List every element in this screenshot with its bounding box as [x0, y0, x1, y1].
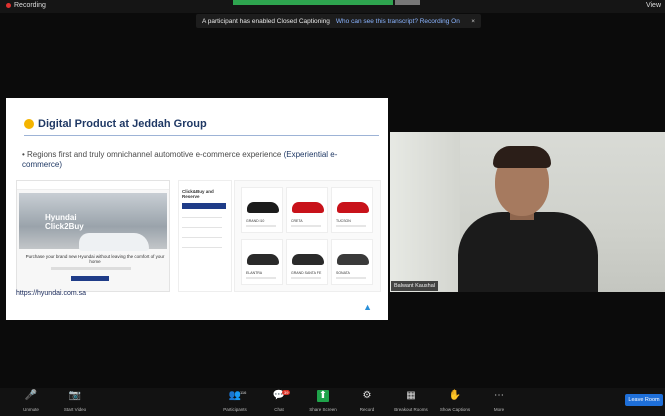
view-button[interactable]: View [646, 2, 661, 9]
car-icon [337, 202, 369, 213]
start-video-button[interactable]: 📷 Start Video [52, 390, 98, 412]
car-label: ELANTRA [246, 271, 263, 275]
car-icon [337, 254, 369, 265]
car-detail-line [336, 225, 366, 227]
chat-button[interactable]: 💬 Chat 39 [256, 390, 302, 412]
breakout-rooms-icon: ▦ [406, 390, 416, 401]
car-detail-line [246, 277, 276, 279]
slide-title: Digital Product at Jeddah Group [24, 118, 207, 130]
participants-count: 116 [240, 390, 247, 395]
title-divider [24, 135, 379, 136]
menu-line [182, 217, 222, 218]
site-cta-button [71, 276, 109, 281]
car-icon [292, 254, 324, 265]
leave-room-button[interactable]: Leave Room [625, 394, 663, 406]
leave-label: Leave Room [628, 397, 660, 403]
slide-title-text: Digital Product at Jeddah Group [38, 118, 207, 130]
recording-indicator[interactable]: Recording [6, 2, 46, 9]
car-detail-line [291, 277, 321, 279]
menu-active-bar [182, 203, 226, 209]
share-screen-button[interactable]: ⬆ Share Screen [300, 390, 346, 412]
car-label: GRAND SANTA FE [291, 271, 322, 275]
record-icon: ⚙ [362, 390, 372, 401]
car-icon [247, 254, 279, 265]
car-label: GRAND i10 [246, 219, 265, 223]
slide-bullet: • Regions first and truly omnichannel au… [22, 150, 338, 169]
menu-title: Click&Buy and Reserve [182, 189, 214, 199]
site-input-field [51, 267, 131, 270]
participants-button[interactable]: 👥 Participants 116 [212, 390, 258, 412]
hero-text: Hyundai Click2Buy [45, 213, 84, 231]
unmute-button[interactable]: 🎤 Unmute [8, 390, 54, 412]
screen-share-strip[interactable] [233, 0, 393, 5]
car-card: TUCSON [331, 187, 373, 233]
notice-text: A participant has enabled Closed Caption… [202, 17, 330, 25]
website-screenshot-car-grid: GRAND i10 CRETA TUCSON ELANTRA GRAND SANTA F… [234, 180, 381, 292]
show-captions-button[interactable]: ✋ Show Captions [432, 390, 478, 412]
car-label: SONATA [336, 271, 350, 275]
share-screen-icon: ⬆ [316, 390, 330, 402]
more-button[interactable]: ⋯ More [476, 390, 522, 412]
unmute-label: Unmute [23, 407, 39, 412]
close-icon[interactable]: × [471, 18, 475, 25]
participant-name-tag: Balwant Kaushal [391, 281, 438, 291]
more-icon: ⋯ [494, 390, 504, 401]
unmute-icon: 🎤 [24, 390, 38, 401]
recording-label: Recording [14, 2, 46, 9]
breakout-rooms-label: Breakout Rooms [394, 407, 428, 412]
share-screen-label: Share Screen [309, 407, 337, 412]
car-card: GRAND SANTA FE [286, 239, 328, 285]
view-label: View [645, 2, 661, 9]
car-card: ELANTRA [241, 239, 283, 285]
breakout-rooms-button[interactable]: ▦ Breakout Rooms [388, 390, 434, 412]
site-header [17, 181, 169, 190]
show-captions-label: Show Captions [439, 407, 471, 412]
slide-url: https://hyundai.com.sa [16, 290, 87, 297]
recording-dot-icon [6, 3, 11, 8]
notice-link[interactable]: Who can see this transcript? Recording O… [336, 18, 460, 25]
hero-text-line2: Click2Buy [45, 222, 84, 231]
car-icon [292, 202, 324, 213]
participant-video[interactable] [390, 132, 665, 292]
record-label: Record [359, 407, 375, 412]
menu-line [182, 237, 222, 238]
meeting-top-bar: Recording View [0, 0, 665, 13]
car-card: GRAND i10 [241, 187, 283, 233]
caption-notice-bar: A participant has enabled Closed Caption… [196, 14, 481, 28]
car-icon [247, 202, 279, 213]
menu-line [182, 247, 222, 248]
more-label: More [493, 407, 505, 412]
hero-text-line1: Hyundai [45, 213, 77, 222]
video-background [390, 132, 460, 292]
car-detail-line [336, 277, 366, 279]
show-captions-icon: ✋ [448, 390, 462, 401]
start-video-label: Start Video [63, 407, 87, 412]
participants-label: Participants [223, 407, 247, 412]
car-label: CRETA [291, 219, 303, 223]
website-screenshot-home: Hyundai Click2Buy Purchase your brand ne… [16, 180, 170, 292]
company-logo-icon: ▲ [363, 302, 372, 312]
bullet-main-text: Regions first and truly omnichannel auto… [27, 150, 282, 159]
menu-line [182, 227, 222, 228]
person-hair [493, 146, 551, 168]
car-card: SONATA [331, 239, 373, 285]
hero-caption: Purchase your brand new Hyundai without … [25, 254, 165, 264]
car-label: TUCSON [336, 219, 351, 223]
car-detail-line [246, 225, 276, 227]
shared-screen-slide: Digital Product at Jeddah Group • Region… [6, 98, 388, 320]
car-image [79, 233, 149, 251]
participant-name: Balwant Kaushal [394, 283, 435, 289]
start-video-icon: 📷 [68, 390, 82, 401]
meeting-toolbar: Leave Room 🎤 Unmute 📷 Start Video 👥 Participa… [0, 388, 665, 416]
hero-image: Hyundai Click2Buy [19, 193, 167, 251]
record-button[interactable]: ⚙ Record [344, 390, 390, 412]
chat-label: Chat [274, 407, 284, 412]
person-body [458, 212, 598, 292]
sun-icon [24, 119, 34, 129]
car-card: CRETA [286, 187, 328, 233]
share-options-strip[interactable] [395, 0, 420, 5]
chat-badge: 39 [282, 390, 291, 395]
website-screenshot-menu: Click&Buy and Reserve [178, 180, 232, 292]
car-detail-line [291, 225, 321, 227]
